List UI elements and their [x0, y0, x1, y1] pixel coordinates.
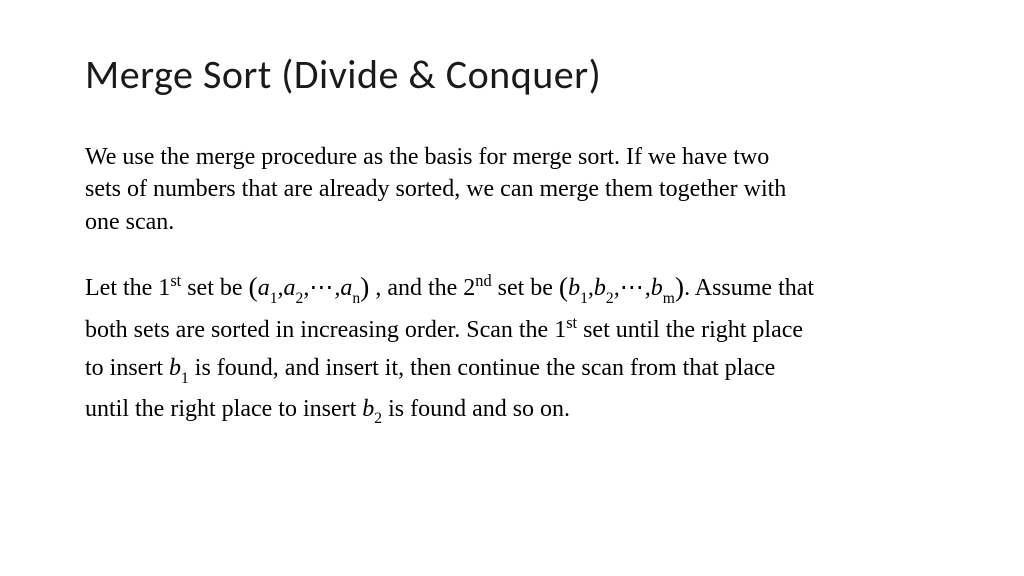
slide-title: Merge Sort (Divide & Conquer) [85, 50, 939, 99]
dots: ⋯ [309, 275, 334, 301]
var: b [651, 275, 663, 301]
subscript: 2 [606, 290, 614, 307]
math-b1: b1 [169, 355, 189, 381]
var: a [258, 275, 270, 301]
ordinal: st [566, 313, 577, 332]
paragraph-intro: We use the merge procedure as the basis … [85, 141, 805, 238]
ordinal: st [170, 271, 181, 290]
subscript: 1 [181, 370, 189, 387]
slide-content: Merge Sort (Divide & Conquer) We use the… [0, 0, 1024, 471]
paren-close: ) [360, 271, 369, 302]
var: b [169, 355, 181, 381]
paren-open: ( [559, 271, 568, 302]
var: b [594, 275, 606, 301]
math-set-a: (a1,a2,⋯,an) [249, 275, 370, 301]
text: Let the 1 [85, 275, 170, 301]
paragraph-body: Let the 1st set be (a1,a2,⋯,an) , and th… [85, 264, 815, 431]
text: is found and so on. [382, 396, 570, 422]
subscript: 2 [296, 290, 304, 307]
dots: ⋯ [620, 275, 645, 301]
text: , and the 2 [369, 275, 475, 301]
math-set-b: (b1,b2,⋯,bm) [559, 275, 684, 301]
subscript: 1 [270, 290, 278, 307]
subscript: 2 [374, 410, 382, 427]
ordinal: nd [475, 271, 491, 290]
paren-close: ) [675, 271, 684, 302]
var: a [284, 275, 296, 301]
subscript: 1 [580, 290, 588, 307]
text: set be [492, 275, 559, 301]
var: b [362, 396, 374, 422]
math-b2: b2 [362, 396, 382, 422]
var: b [568, 275, 580, 301]
paren-open: ( [249, 271, 258, 302]
var: a [340, 275, 352, 301]
text: set be [181, 275, 248, 301]
subscript: m [663, 290, 675, 307]
subscript: n [352, 290, 360, 307]
